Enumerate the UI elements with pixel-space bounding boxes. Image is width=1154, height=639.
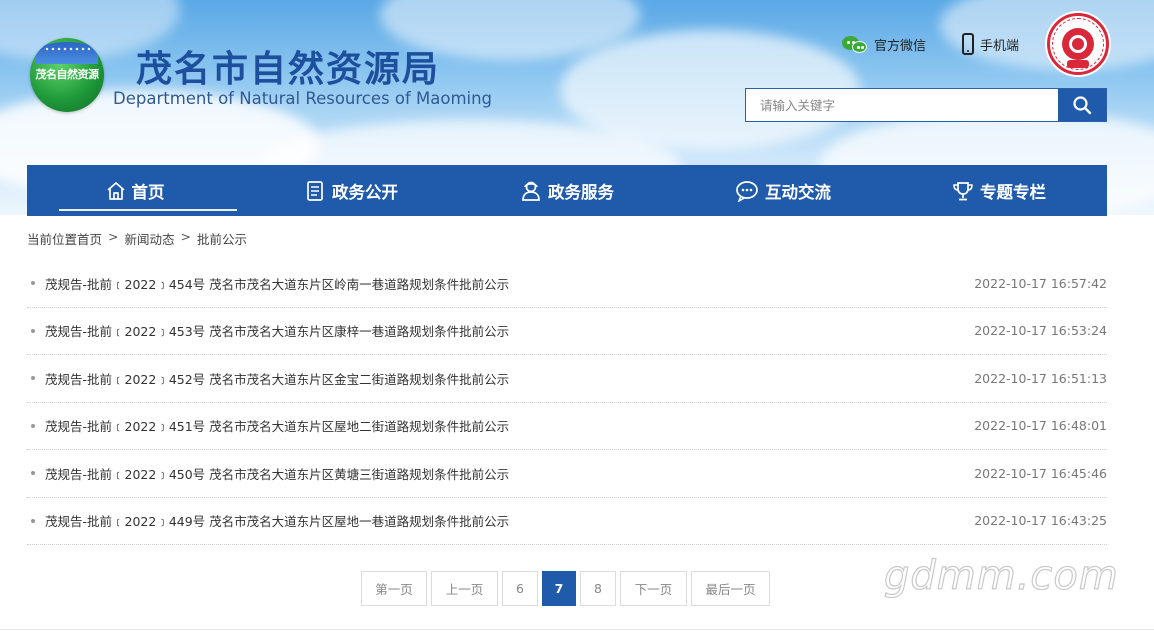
site-title[interactable]: 茂名市自然资源局 [136, 40, 440, 92]
breadcrumb: 当前位置 首页 > 新闻动态 > 批前公示 [27, 229, 247, 248]
notice-list: 茂规告-批前﹝2022﹞454号 茂名市茂名大道东片区岭南一巷道路规划条件批前公… [27, 260, 1107, 545]
mobile-phone-icon [962, 33, 974, 55]
mobile-label: 手机端 [980, 38, 1020, 54]
bullet-icon [31, 518, 35, 523]
breadcrumb-separator: > [180, 229, 192, 244]
current-page-button[interactable]: 7 [542, 571, 576, 606]
footer-divider [0, 629, 1154, 630]
list-item-title: 茂规告-批前﹝2022﹞450号 茂名市茂名大道东片区黄塘三街道路规划条件批前公… [45, 466, 510, 482]
first-page-button[interactable]: 第一页 [361, 571, 427, 606]
list-item: 茂规告-批前﹝2022﹞454号 茂名市茂名大道东片区岭南一巷道路规划条件批前公… [27, 260, 1107, 308]
nav-item-label: 互动交流 [765, 182, 831, 202]
breadcrumb-home[interactable]: 首页 [77, 229, 102, 248]
last-page-button[interactable]: 最后一页 [691, 571, 770, 606]
list-item-title: 茂规告-批前﹝2022﹞452号 茂名市茂名大道东片区金宝二街道路规划条件批前公… [45, 371, 510, 387]
breadcrumb-prefix: 当前位置 [27, 232, 78, 247]
logo-dots [44, 46, 90, 52]
bullet-icon [31, 423, 35, 428]
site-logo[interactable]: 茂名自然资源 [30, 38, 104, 112]
prev-page-button[interactable]: 上一页 [431, 571, 498, 606]
list-item-link[interactable]: 茂规告-批前﹝2022﹞450号 茂名市茂名大道东片区黄塘三街道路规划条件批前公… [27, 464, 509, 483]
page-button[interactable]: 6 [502, 571, 538, 606]
search-box [745, 88, 1107, 122]
list-item-title: 茂规告-批前﹝2022﹞454号 茂名市茂名大道东片区岭南一巷道路规划条件批前公… [45, 276, 510, 292]
main-nav: 首页 政务公开 政务服务 互动交流 专题专栏 [27, 165, 1107, 216]
pagination: 第一页 上一页 6 7 8 下一页 最后一页 [361, 571, 770, 606]
service-person-icon [520, 180, 542, 202]
chat-bubble-icon [735, 180, 759, 202]
search-button[interactable] [1058, 89, 1106, 121]
wechat-link[interactable]: 官方微信 [842, 32, 926, 56]
list-item-link[interactable]: 茂规告-批前﹝2022﹞453号 茂名市茂名大道东片区康梓一巷道路规划条件批前公… [27, 321, 509, 340]
nav-item-interaction[interactable]: 互动交流 [675, 165, 891, 216]
wechat-label: 官方微信 [874, 38, 927, 54]
list-item: 茂规告-批前﹝2022﹞452号 茂名市茂名大道东片区金宝二街道路规划条件批前公… [27, 355, 1107, 403]
list-item: 茂规告-批前﹝2022﹞450号 茂名市茂名大道东片区黄塘三街道路规划条件批前公… [27, 450, 1107, 498]
list-item-date: 2022-10-17 16:45:46 [974, 465, 1107, 481]
breadcrumb-current[interactable]: 批前公示 [197, 229, 247, 248]
list-item-date: 2022-10-17 16:43:25 [974, 513, 1107, 529]
bullet-icon [31, 281, 35, 286]
list-item-date: 2022-10-17 16:48:01 [974, 418, 1107, 434]
logo-text: 茂名自然资源 [35, 68, 100, 81]
wechat-icon [842, 34, 868, 54]
list-item-title: 茂规告-批前﹝2022﹞453号 茂名市茂名大道东片区康梓一巷道路规划条件批前公… [45, 324, 510, 340]
list-item-link[interactable]: 茂规告-批前﹝2022﹞452号 茂名市茂名大道东片区金宝二街道路规划条件批前公… [27, 369, 509, 388]
home-icon [106, 181, 126, 201]
search-icon [1073, 96, 1092, 115]
bullet-icon [31, 328, 35, 333]
list-item-title: 茂规告-批前﹝2022﹞451号 茂名市茂名大道东片区屋地二街道路规划条件批前公… [45, 419, 510, 435]
page: 茂名自然资源 茂名市自然资源局 Department of Natural Re… [0, 0, 1154, 639]
list-item-link[interactable]: 茂规告-批前﹝2022﹞454号 茂名市茂名大道东片区岭南一巷道路规划条件批前公… [27, 274, 509, 293]
seal-emblem [1047, 13, 1109, 75]
document-icon [304, 180, 326, 202]
page-button[interactable]: 8 [580, 571, 616, 606]
nav-item-gov-affairs[interactable]: 政务公开 [243, 165, 459, 216]
list-item-date: 2022-10-17 16:51:13 [974, 370, 1107, 386]
mobile-link[interactable]: 手机端 [962, 32, 1019, 56]
nav-item-gov-service[interactable]: 政务服务 [459, 165, 675, 216]
nav-item-label: 政务公开 [332, 182, 398, 202]
nav-item-label: 专题专栏 [980, 182, 1046, 202]
bullet-icon [31, 471, 35, 476]
search-input[interactable] [746, 89, 1058, 121]
list-item-link[interactable]: 茂规告-批前﹝2022﹞449号 茂名市茂名大道东片区屋地一巷道路规划条件批前公… [27, 511, 509, 530]
next-page-button[interactable]: 下一页 [620, 571, 687, 606]
list-item-title: 茂规告-批前﹝2022﹞449号 茂名市茂名大道东片区屋地一巷道路规划条件批前公… [45, 514, 510, 530]
breadcrumb-separator: > [108, 229, 119, 244]
watermark: gdmm.com [883, 552, 1119, 599]
nav-item-special-topics[interactable]: 专题专栏 [891, 165, 1107, 216]
list-item-date: 2022-10-17 16:57:42 [974, 275, 1107, 291]
nav-item-label: 政务服务 [548, 182, 614, 202]
nav-item-home[interactable]: 首页 [27, 165, 243, 216]
list-item: 茂规告-批前﹝2022﹞453号 茂名市茂名大道东片区康梓一巷道路规划条件批前公… [27, 308, 1107, 355]
list-item-link[interactable]: 茂规告-批前﹝2022﹞451号 茂名市茂名大道东片区屋地二街道路规划条件批前公… [27, 416, 509, 435]
list-item: 茂规告-批前﹝2022﹞451号 茂名市茂名大道东片区屋地二街道路规划条件批前公… [27, 403, 1107, 450]
bullet-icon [31, 376, 35, 381]
site-subtitle: Department of Natural Resources of Maomi… [113, 89, 493, 108]
list-item-date: 2022-10-17 16:53:24 [974, 323, 1107, 339]
breadcrumb-news[interactable]: 新闻动态 [125, 229, 175, 248]
trophy-icon [952, 180, 974, 202]
list-item: 茂规告-批前﹝2022﹞449号 茂名市茂名大道东片区屋地一巷道路规划条件批前公… [27, 498, 1107, 545]
nav-item-label: 首页 [131, 182, 165, 202]
